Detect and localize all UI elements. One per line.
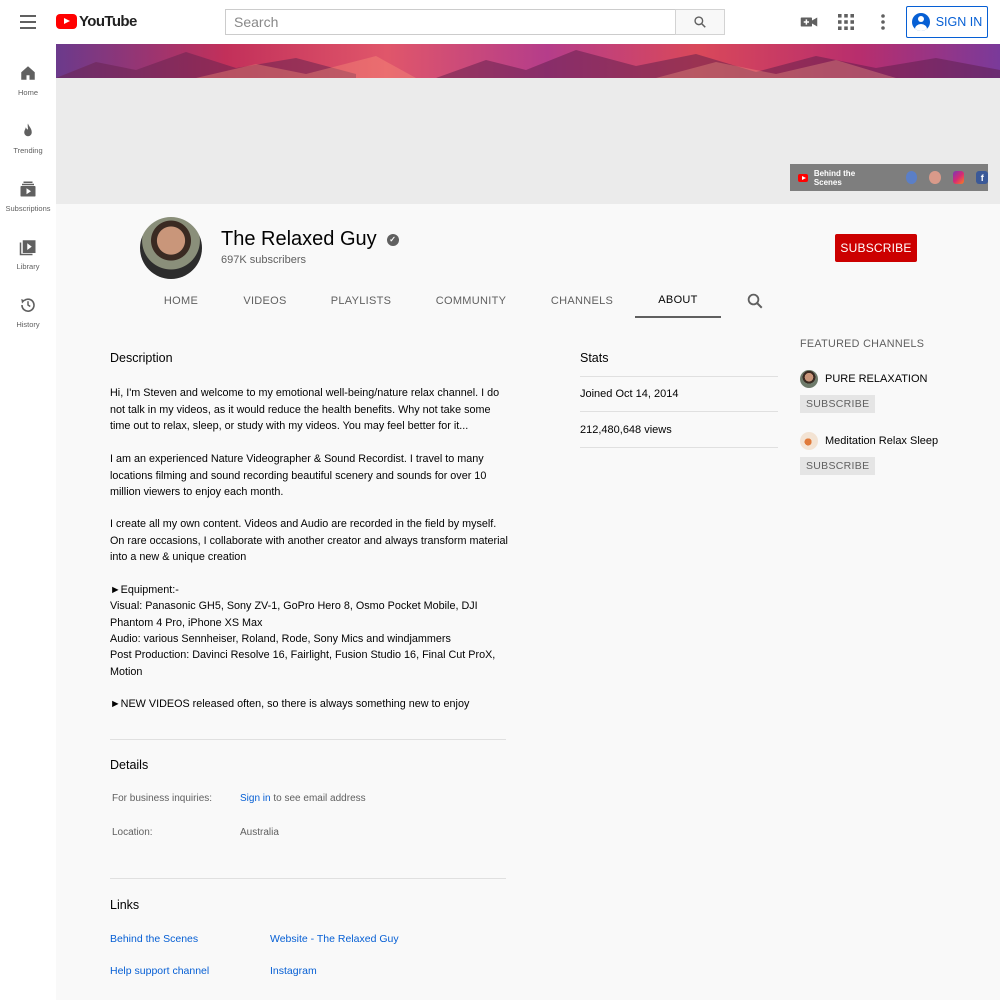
create-video-icon[interactable] [799,12,819,32]
nav-label: Subscriptions [5,204,51,213]
account-icon [911,13,930,31]
nav-item-subscriptions[interactable]: Subscriptions [0,174,56,226]
channel-name: The Relaxed Guy [221,228,377,250]
facebook-icon[interactable]: f [976,171,989,184]
stats-heading: Stats [580,351,609,365]
nav-label: Trending [13,146,43,155]
link-behind-the-scenes[interactable]: Behind the Scenes [110,933,198,945]
nav-label: Library [16,262,40,271]
links-heading: Links [110,898,140,912]
sign-in-button[interactable]: SIGN IN [906,6,988,38]
tab-playlists[interactable]: PLAYLISTS [308,284,414,318]
logo-text: YouTube [79,13,137,30]
details-heading: Details [110,758,149,772]
link-instagram[interactable]: Instagram [270,965,317,977]
joined-date: Joined Oct 14, 2014 [580,388,679,400]
history-icon [21,298,35,312]
globe-icon[interactable] [905,171,918,184]
search-input[interactable] [225,9,676,35]
featured-channel-name[interactable]: Meditation Relax Sleep [825,435,938,447]
nav-item-home[interactable]: Home [0,58,56,110]
nav-label: History [16,320,40,329]
tab-videos[interactable]: VIDEOS [222,284,308,318]
subscriptions-icon [20,181,36,197]
description-paragraph: Hi, I'm Steven and welcome to my emotion… [110,387,500,432]
location-label: Location: [112,827,153,838]
link-website[interactable]: Website - The Relaxed Guy [270,933,399,945]
description-paragraph: Audio: various Sennheiser, Roland, Rode,… [110,633,451,645]
nav-item-history[interactable]: History [0,290,56,342]
search-button[interactable] [675,9,725,35]
verified-badge-icon: ✓ [386,233,399,246]
tab-channels[interactable]: CHANNELS [528,284,636,318]
description-paragraph: Post Production: Davinci Resolve 16, Fai… [110,649,496,678]
channel-banner-image [56,44,1000,78]
description-paragraph: Visual: Panasonic GH5, Sony ZV-1, GoPro … [110,600,478,629]
youtube-link-icon[interactable] [798,173,808,182]
search-icon [694,16,706,28]
business-inquiries-value: Sign in to see email address [240,793,366,804]
featured-subscribe-button[interactable]: SUBSCRIBE [800,395,876,413]
subscriber-count: 697K subscribers [221,254,306,266]
description-paragraph: I am an experienced Nature Videographer … [110,453,487,498]
tab-home[interactable]: HOME [140,284,222,318]
featured-subscribe-button[interactable]: SUBSCRIBE [800,457,876,475]
left-nav: Home Trending Subscriptions Library Hist… [0,44,56,1000]
flame-icon [24,123,32,137]
nav-item-library[interactable]: Library [0,232,56,284]
sign-in-link[interactable]: Sign in [240,793,271,804]
channel-title: The Relaxed Guy ✓ [221,228,399,251]
shop-icon[interactable] [929,171,941,184]
instagram-icon[interactable] [952,171,965,184]
apps-grid-icon[interactable] [836,12,856,32]
featured-channel-avatar[interactable] [800,432,818,450]
view-count: 212,480,648 views [580,424,672,436]
description-paragraph: ►Equipment:- [110,584,179,596]
location-value: Australia [240,827,279,838]
sign-in-label: SIGN IN [935,15,983,29]
banner-links: Behind the Scenes f [790,164,989,191]
banner-link-behind-the-scenes[interactable]: Behind the Scenes [814,169,878,187]
library-icon [19,240,36,256]
divider [110,878,506,879]
divider [580,376,778,377]
description-heading: Description [110,351,173,365]
description-paragraph: I create all my own content. Videos and … [110,518,508,563]
home-icon [21,66,35,80]
divider [580,447,778,448]
more-options-icon[interactable] [873,12,893,32]
email-hint: to see email address [273,793,366,804]
hamburger-menu-icon[interactable] [14,10,42,34]
channel-search-icon[interactable] [746,292,764,310]
top-bar: YouTube SIGN IN [0,0,1000,44]
featured-channels-heading: FEATURED CHANNELS [800,338,925,350]
youtube-logo[interactable]: YouTube [56,13,137,30]
nav-label: Home [17,88,38,97]
business-inquiries-label: For business inquiries: [112,793,213,804]
tab-community[interactable]: COMMUNITY [414,284,528,318]
featured-channel-name[interactable]: PURE RELAXATION [825,373,928,385]
description-paragraph: ►NEW VIDEOS released often, so there is … [110,698,470,710]
link-help-support[interactable]: Help support channel [110,965,209,977]
channel-avatar[interactable] [140,217,202,279]
subscribe-button[interactable]: SUBSCRIBE [835,234,917,262]
featured-channel-avatar[interactable] [800,370,818,388]
youtube-play-icon [56,14,77,29]
divider [580,411,778,412]
tab-about[interactable]: ABOUT [635,284,721,318]
divider [110,739,506,740]
nav-item-trending[interactable]: Trending [0,116,56,168]
